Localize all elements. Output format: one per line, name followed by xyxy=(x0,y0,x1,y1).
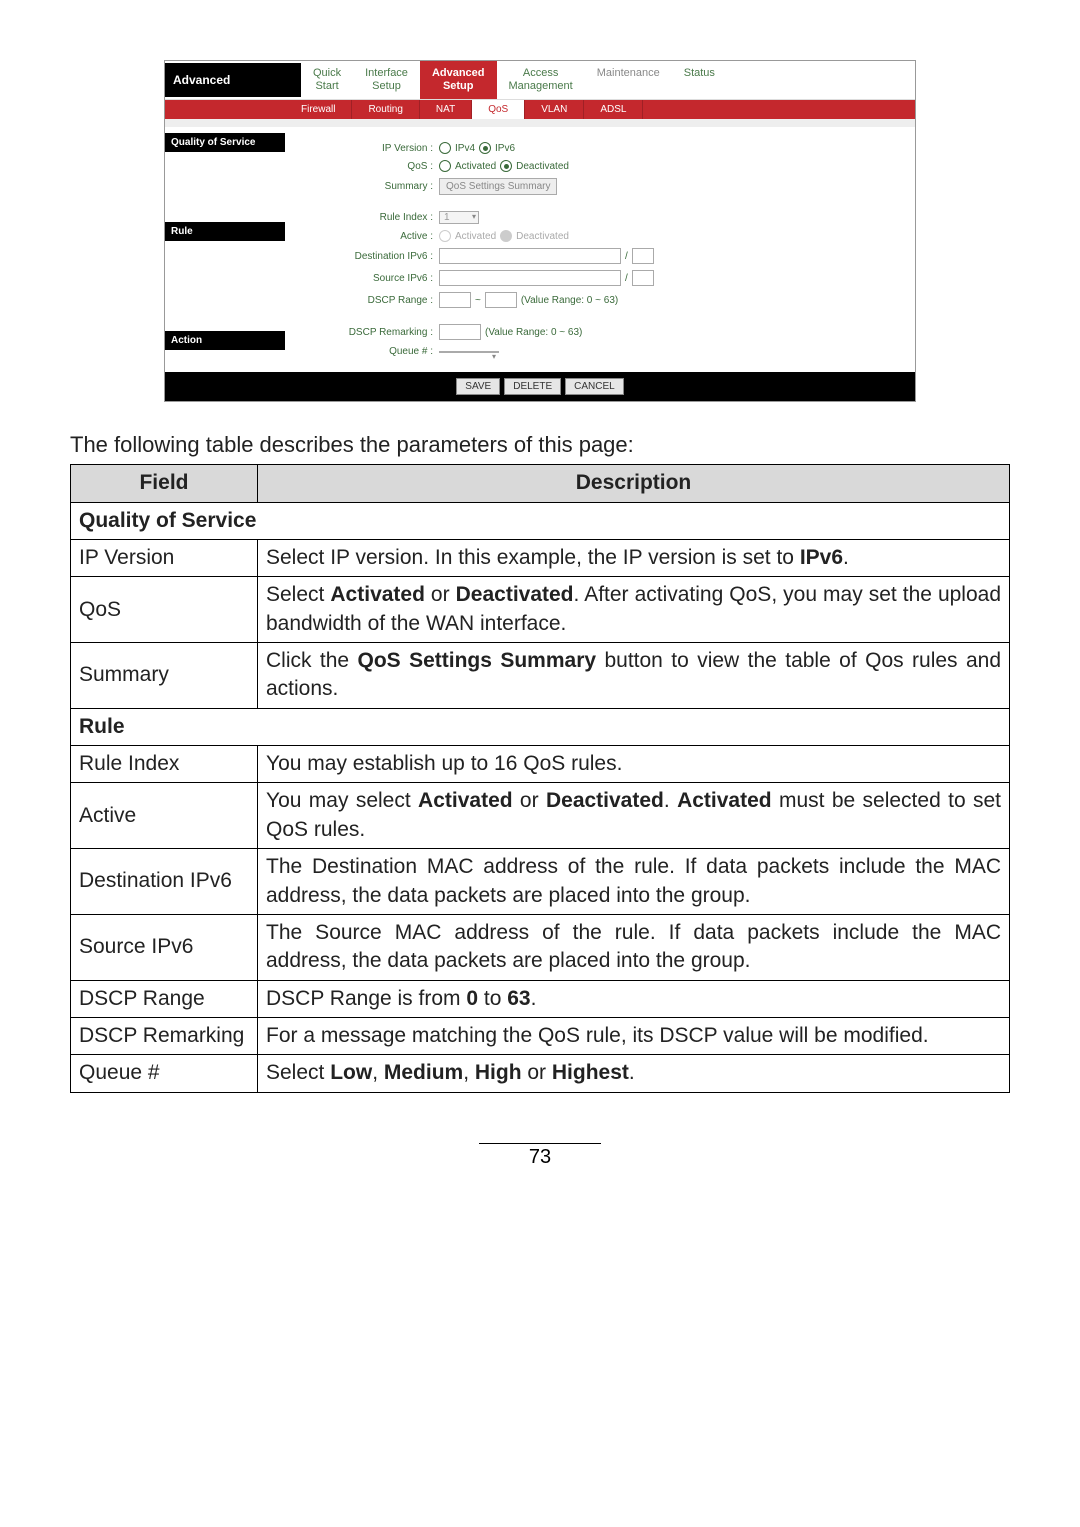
intro-text: The following table describes the parame… xyxy=(70,432,1010,458)
label-dscp-range: DSCP Range : xyxy=(293,295,439,306)
tab-access-management[interactable]: AccessManagement xyxy=(497,61,585,99)
description-cell: You may select Activated or Deactivated.… xyxy=(258,783,1010,849)
subtab-qos[interactable]: QoS xyxy=(472,100,525,119)
description-cell: You may establish up to 16 QoS rules. xyxy=(258,746,1010,783)
label-queue: Queue # : xyxy=(293,346,439,357)
dscp-range-from-input[interactable] xyxy=(439,292,471,308)
top-nav-tabs: QuickStart InterfaceSetup AdvancedSetup … xyxy=(301,61,915,99)
field-cell: Queue # xyxy=(71,1055,258,1092)
field-cell: Summary xyxy=(71,643,258,709)
radio-qos-deactivated[interactable] xyxy=(500,160,512,172)
radio-ipv4[interactable] xyxy=(439,142,451,154)
dscp-remarking-note: (Value Range: 0 ~ 63) xyxy=(485,327,582,338)
label-dest-ipv6: Destination IPv6 : xyxy=(293,251,439,262)
description-cell: The Destination MAC address of the rule.… xyxy=(258,849,1010,915)
description-cell: For a message matching the QoS rule, its… xyxy=(258,1017,1010,1054)
radio-qos-deactivated-label: Deactivated xyxy=(516,161,569,172)
label-rule-index: Rule Index : xyxy=(293,212,439,223)
field-cell: Active xyxy=(71,783,258,849)
tab-interface-setup[interactable]: InterfaceSetup xyxy=(353,61,420,99)
radio-ipv4-label: IPv4 xyxy=(455,143,475,154)
label-dscp-remarking: DSCP Remarking : xyxy=(293,327,439,338)
subtab-vlan[interactable]: VLAN xyxy=(525,100,584,119)
description-cell: The Source MAC address of the rule. If d… xyxy=(258,914,1010,980)
description-cell: Select IP version. In this example, the … xyxy=(258,540,1010,577)
section-header: Rule xyxy=(71,708,1010,745)
router-screenshot: Advanced QuickStart InterfaceSetup Advan… xyxy=(164,60,916,402)
tab-quick-start[interactable]: QuickStart xyxy=(301,61,353,99)
dest-ipv6-prefix-input[interactable] xyxy=(632,248,654,264)
radio-ipv6[interactable] xyxy=(479,142,491,154)
dest-ipv6-input[interactable] xyxy=(439,248,621,264)
section-action: Action xyxy=(165,331,285,350)
tab-advanced-setup[interactable]: AdvancedSetup xyxy=(420,61,497,99)
label-qos: QoS : xyxy=(293,161,439,172)
description-cell: Select Low, Medium, High or Highest. xyxy=(258,1055,1010,1092)
description-cell: DSCP Range is from 0 to 63. xyxy=(258,980,1010,1017)
radio-qos-activated-label: Activated xyxy=(455,161,496,172)
nav-brand: Advanced xyxy=(165,63,301,97)
radio-active-deactivated-label: Deactivated xyxy=(516,231,569,242)
field-cell: Destination IPv6 xyxy=(71,849,258,915)
label-source-ipv6: Source IPv6 : xyxy=(293,273,439,284)
field-cell: Rule Index xyxy=(71,746,258,783)
description-cell: Select Activated or Deactivated. After a… xyxy=(258,577,1010,643)
label-active: Active : xyxy=(293,231,439,242)
th-field: Field xyxy=(71,465,258,502)
radio-ipv6-label: IPv6 xyxy=(495,143,515,154)
delete-button[interactable]: DELETE xyxy=(504,378,561,395)
dscp-remarking-input[interactable] xyxy=(439,324,481,340)
source-ipv6-input[interactable] xyxy=(439,270,621,286)
page-number: 73 xyxy=(70,1143,1010,1169)
radio-active-activated-label: Activated xyxy=(455,231,496,242)
subtab-routing[interactable]: Routing xyxy=(352,100,419,119)
dscp-range-sep: ~ xyxy=(475,295,481,306)
dscp-range-note: (Value Range: 0 ~ 63) xyxy=(521,295,618,306)
field-cell: DSCP Range xyxy=(71,980,258,1017)
section-quality-of-service: Quality of Service xyxy=(165,133,285,152)
field-cell: DSCP Remarking xyxy=(71,1017,258,1054)
queue-select[interactable] xyxy=(439,351,499,353)
section-header: Quality of Service xyxy=(71,502,1010,539)
label-summary: Summary : xyxy=(293,181,439,192)
field-cell: Source IPv6 xyxy=(71,914,258,980)
radio-qos-activated[interactable] xyxy=(439,160,451,172)
section-rule: Rule xyxy=(165,222,285,241)
tab-maintenance[interactable]: Maintenance xyxy=(585,61,672,99)
subtab-nat[interactable]: NAT xyxy=(420,100,472,119)
field-cell: IP Version xyxy=(71,540,258,577)
rule-index-select[interactable]: 1 xyxy=(439,211,479,224)
radio-active-activated[interactable] xyxy=(439,230,451,242)
description-cell: Click the QoS Settings Summary button to… xyxy=(258,643,1010,709)
tab-status[interactable]: Status xyxy=(672,61,727,99)
th-description: Description xyxy=(258,465,1010,502)
dscp-range-to-input[interactable] xyxy=(485,292,517,308)
radio-active-deactivated[interactable] xyxy=(500,230,512,242)
save-button[interactable]: SAVE xyxy=(456,378,500,395)
description-table: Field Description Quality of ServiceIP V… xyxy=(70,464,1010,1092)
subtab-adsl[interactable]: ADSL xyxy=(584,100,643,119)
cancel-button[interactable]: CANCEL xyxy=(565,378,624,395)
field-cell: QoS xyxy=(71,577,258,643)
subtab-firewall[interactable]: Firewall xyxy=(285,100,352,119)
source-ipv6-prefix-input[interactable] xyxy=(632,270,654,286)
label-ip-version: IP Version : xyxy=(293,143,439,154)
qos-settings-summary-button[interactable]: QoS Settings Summary xyxy=(439,178,557,195)
